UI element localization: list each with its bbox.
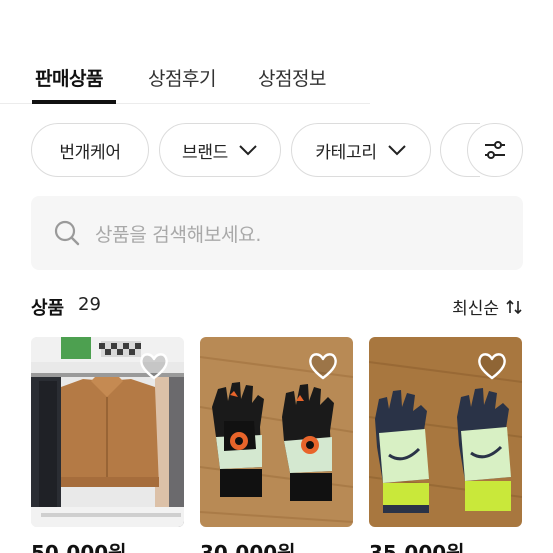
tab-shop-info[interactable]: 상점정보 [258,64,326,91]
product-price: 30,000원 [200,541,296,553]
product-count: 29 [78,294,101,315]
chip-bungae-care[interactable]: 번개케어 [31,123,149,177]
product-image [31,337,184,527]
tab-products[interactable]: 판매상품 [35,64,103,91]
sort-label: 최신순 [452,299,499,319]
filter-chips: 번개케어 브랜드 카테고리 [0,123,553,179]
tab-reviews[interactable]: 상점후기 [148,64,216,91]
product-card[interactable]: 50,000원 [31,337,184,553]
chip-category-label: 카테고리 [315,142,377,163]
search-placeholder: 상품을 검색해보세요. [95,223,262,246]
chip-brand[interactable]: 브랜드 [159,123,281,177]
active-tab-indicator [32,100,116,104]
heart-icon[interactable] [476,351,508,381]
product-image [369,337,522,527]
product-card[interactable]: 30,000원 [200,337,353,553]
heart-icon[interactable] [307,351,339,381]
chip-bungae-care-label: 번개케어 [59,142,121,163]
sort-button[interactable]: 최신순 [452,294,523,319]
chip-category[interactable]: 카테고리 [291,123,431,177]
search-icon [54,220,80,246]
product-image [200,337,353,527]
listing-header: 상품 29 최신순 [31,294,523,320]
filter-settings-button[interactable] [467,123,523,177]
search-input[interactable]: 상품을 검색해보세요. [31,196,523,270]
product-count-label: 상품 [31,298,65,319]
product-price: 50,000원 [31,541,127,553]
sort-arrows-icon [506,299,522,314]
product-card[interactable]: 35,000원 [369,337,522,553]
sliders-icon [485,141,505,159]
heart-icon[interactable] [138,351,170,381]
product-price: 35,000원 [369,541,465,553]
chevron-down-icon [239,145,257,156]
chip-brand-label: 브랜드 [181,142,229,163]
shop-tabs: 판매상품 상점후기 상점정보 [0,58,370,104]
chevron-down-icon [387,145,406,156]
